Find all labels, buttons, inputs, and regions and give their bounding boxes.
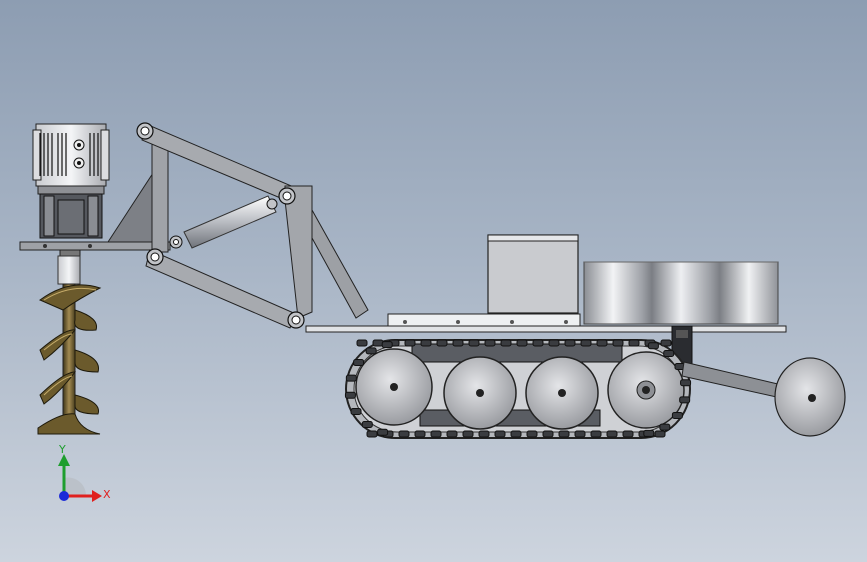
track-wheel bbox=[525, 356, 599, 430]
track-link bbox=[500, 339, 512, 347]
track-link bbox=[404, 339, 416, 347]
track-wheel bbox=[355, 348, 433, 426]
track-link bbox=[671, 411, 683, 419]
track-wheel bbox=[443, 356, 517, 430]
track-link bbox=[420, 339, 432, 347]
track-link bbox=[680, 379, 692, 387]
orientation-triad[interactable]: Y X bbox=[58, 443, 111, 502]
track-link bbox=[462, 430, 474, 438]
track-link bbox=[468, 339, 480, 347]
triad-y-label: Y bbox=[58, 443, 66, 456]
track-link bbox=[510, 430, 522, 438]
track-link bbox=[446, 430, 458, 438]
track-link bbox=[516, 339, 528, 347]
track-link bbox=[654, 430, 666, 438]
track-link bbox=[366, 430, 378, 438]
track-link bbox=[612, 339, 624, 347]
triad-x-arrow bbox=[92, 490, 102, 502]
track-link bbox=[542, 430, 554, 438]
track-link bbox=[659, 423, 671, 431]
track-link bbox=[622, 430, 634, 438]
track-link bbox=[484, 339, 496, 347]
track-link bbox=[643, 429, 655, 437]
track-link bbox=[436, 339, 448, 347]
hydraulic-cylinder[interactable] bbox=[169, 195, 278, 249]
track-link bbox=[647, 342, 659, 350]
track-link bbox=[345, 374, 357, 382]
auger-drill[interactable] bbox=[37, 283, 102, 435]
track-link bbox=[478, 430, 490, 438]
triad-x-label: X bbox=[103, 488, 111, 501]
model-canvas: Y X bbox=[19, 122, 846, 502]
track-link bbox=[558, 430, 570, 438]
track-link bbox=[377, 428, 389, 436]
track-link bbox=[596, 339, 608, 347]
track-link bbox=[679, 396, 691, 404]
track-link bbox=[548, 339, 560, 347]
track-link bbox=[590, 430, 602, 438]
track-link bbox=[660, 339, 672, 347]
track-link bbox=[430, 430, 442, 438]
track-link bbox=[526, 430, 538, 438]
track-link bbox=[398, 430, 410, 438]
track-link bbox=[381, 341, 393, 349]
track-link bbox=[372, 339, 384, 347]
control-box[interactable] bbox=[487, 234, 579, 314]
track-link bbox=[564, 339, 576, 347]
track-link bbox=[344, 391, 356, 399]
track-link bbox=[452, 339, 464, 347]
track-link bbox=[606, 430, 618, 438]
rear-disc-wheel[interactable] bbox=[681, 357, 846, 437]
cad-viewport[interactable]: Y X bbox=[0, 0, 867, 562]
track-link bbox=[628, 339, 640, 347]
track-link bbox=[414, 430, 426, 438]
track-link bbox=[356, 339, 368, 347]
triad-z-origin bbox=[59, 491, 69, 501]
track-link bbox=[350, 408, 362, 415]
crawler-track[interactable] bbox=[344, 339, 692, 439]
track-link bbox=[365, 347, 377, 355]
track-link bbox=[580, 339, 592, 347]
track-link bbox=[663, 350, 675, 358]
track-link bbox=[361, 420, 373, 428]
track-link bbox=[494, 430, 506, 438]
track-link bbox=[353, 359, 365, 367]
track-link bbox=[532, 339, 544, 347]
track-link bbox=[574, 430, 586, 438]
